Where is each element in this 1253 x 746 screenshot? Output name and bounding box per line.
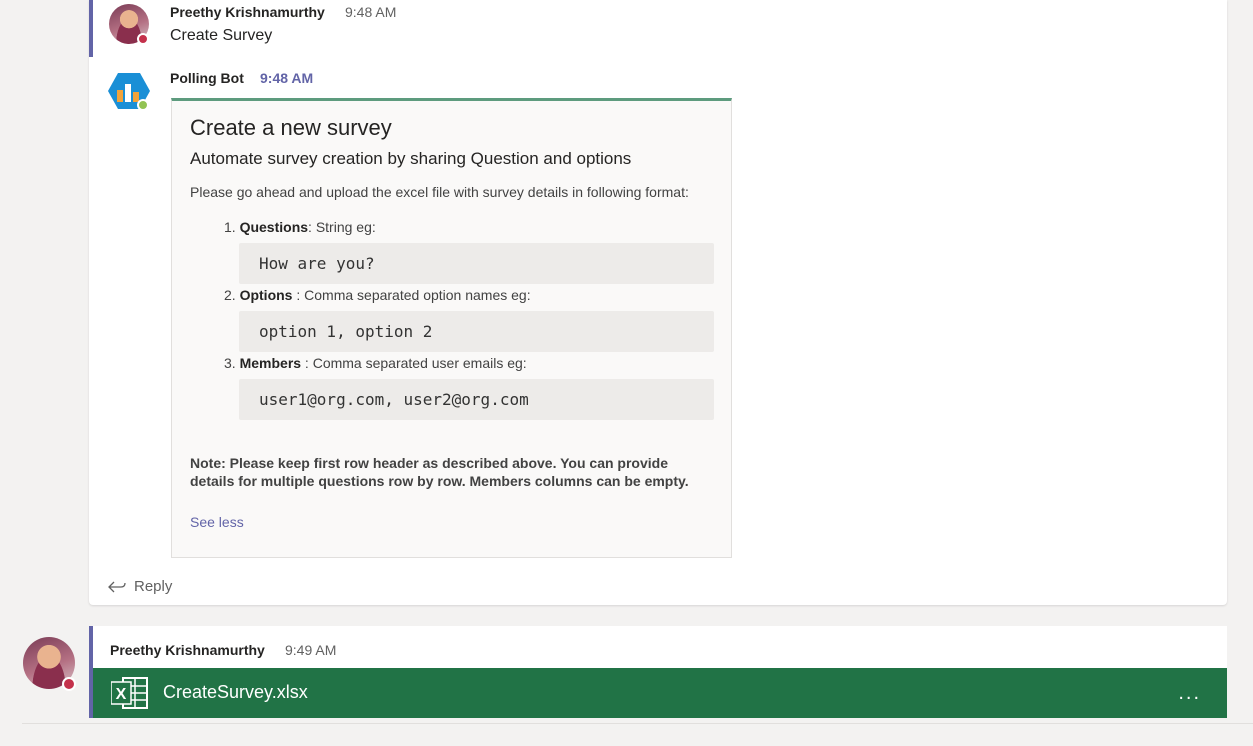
more-options-icon[interactable]: ... <box>1178 682 1201 705</box>
status-available-icon <box>137 99 149 111</box>
reply-label: Reply <box>134 578 173 595</box>
sender-name[interactable]: Preethy Krishnamurthy <box>170 4 325 20</box>
bot-message-time: 9:48 AM <box>260 70 314 86</box>
card-subtitle: Automate survey creation by sharing Ques… <box>190 149 632 168</box>
thread-accent-bar <box>89 0 93 57</box>
card-title: Create a new survey <box>190 115 392 140</box>
file-attachment[interactable]: X CreateSurvey.xlsx ... <box>93 668 1227 718</box>
list-label: Options <box>239 287 293 303</box>
code-example: How are you? <box>239 243 714 284</box>
list-item: 2. Options : Comma separated option name… <box>224 287 531 303</box>
code-example: user1@org.com, user2@org.com <box>239 379 714 420</box>
message-time: 9:49 AM <box>285 642 337 658</box>
list-number: 2. <box>224 287 236 303</box>
reply-arrow-icon <box>108 581 126 593</box>
card-intro-text: Please go ahead and upload the excel fil… <box>190 184 689 200</box>
attachment-file-name[interactable]: CreateSurvey.xlsx <box>163 682 308 703</box>
svg-text:X: X <box>116 686 127 703</box>
adaptive-card: Create a new survey Automate survey crea… <box>171 98 732 558</box>
list-desc: : String eg: <box>308 219 376 235</box>
list-label: Members <box>239 355 302 371</box>
bot-name[interactable]: Polling Bot <box>170 70 244 86</box>
list-item: 1. Questions: String eg: <box>224 219 376 235</box>
message-time: 9:48 AM <box>345 4 397 20</box>
list-number: 3. <box>224 355 236 371</box>
message-text: Create Survey <box>170 27 273 44</box>
status-busy-icon <box>62 677 76 691</box>
list-item: 3. Members : Comma separated user emails… <box>224 355 527 371</box>
sender-name[interactable]: Preethy Krishnamurthy <box>110 642 265 658</box>
status-busy-icon <box>137 33 149 45</box>
see-less-link[interactable]: See less <box>190 514 244 530</box>
code-example: option 1, option 2 <box>239 311 714 352</box>
list-number: 1. <box>224 219 236 235</box>
card-note: Note: Please keep first row header as de… <box>190 455 689 489</box>
list-label: Questions <box>239 219 309 235</box>
list-desc: : Comma separated user emails eg: <box>301 355 527 371</box>
divider <box>22 723 1253 724</box>
reply-button[interactable]: Reply <box>108 578 172 595</box>
list-desc: : Comma separated option names eg: <box>292 287 531 303</box>
excel-icon: X <box>111 677 148 709</box>
